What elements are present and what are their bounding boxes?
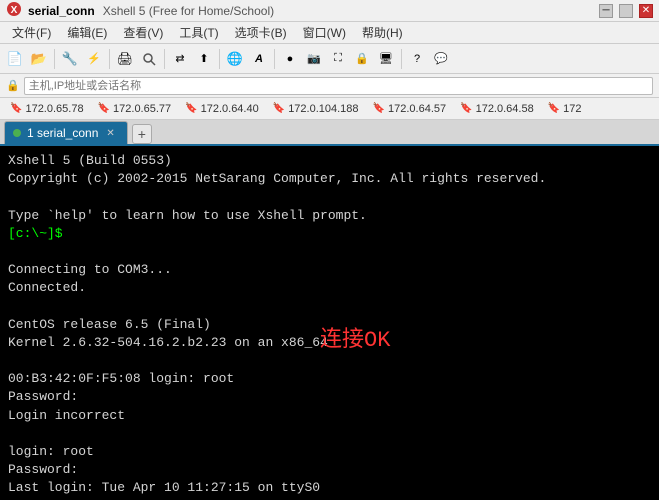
- upload-button[interactable]: ⬆: [193, 48, 215, 70]
- quick-item-3[interactable]: 🔖172.0.64.40: [179, 102, 265, 116]
- quick-item-7[interactable]: 🔖172: [542, 102, 588, 116]
- terminal-line-2: Copyright (c) 2002-2015 NetSarang Comput…: [8, 170, 651, 188]
- sep3: [164, 49, 165, 69]
- connect-button[interactable]: ⚡: [83, 48, 105, 70]
- bookmark-icon-4: 🔖: [273, 103, 285, 114]
- quick-item-1[interactable]: 🔖172.0.65.78: [4, 102, 90, 116]
- terminal-line-15: Login incorrect: [8, 407, 651, 425]
- bookmark-icon-3: 🔖: [185, 103, 197, 114]
- bookmark-icon-6: 🔖: [460, 103, 472, 114]
- terminal-line-9: [8, 298, 651, 316]
- new-tab-button[interactable]: +: [132, 124, 152, 144]
- tab-bar: 1 serial_conn ✕ +: [0, 120, 659, 146]
- font-button[interactable]: A: [248, 48, 270, 70]
- quick-item-5[interactable]: 🔖172.0.64.57: [367, 102, 453, 116]
- connection-ok-text: 连接OK: [320, 326, 390, 357]
- menu-bar: 文件(F) 编辑(E) 查看(V) 工具(T) 选项卡(B) 窗口(W) 帮助(…: [0, 22, 659, 44]
- record-button[interactable]: ●: [279, 48, 301, 70]
- toolbar: 📄 📂 🔧 ⚡ 🖨 ⇄ ⬆ 🌐 A ● 📷 ⛶ 🔒 🖥 ? 💬: [0, 44, 659, 74]
- menu-item-help[interactable]: 帮助(H): [354, 22, 411, 43]
- terminal-line-14: Password:: [8, 388, 651, 406]
- title-bar: X serial_conn Xshell 5 (Free for Home/Sc…: [0, 0, 659, 22]
- app-icon: X: [6, 1, 22, 20]
- tab-label: 1 serial_conn: [27, 126, 98, 140]
- menu-item-tabs[interactable]: 选项卡(B): [227, 22, 295, 43]
- open-button[interactable]: 📂: [28, 48, 50, 70]
- screenshot-button[interactable]: 📷: [303, 48, 325, 70]
- address-bar: 🔒: [0, 74, 659, 98]
- close-button[interactable]: ✕: [639, 4, 653, 18]
- terminal-line-4: Type `help' to learn how to use Xshell p…: [8, 207, 651, 225]
- new-session-button[interactable]: 📄: [4, 48, 26, 70]
- address-input[interactable]: [24, 77, 653, 95]
- terminal-line-5: [c:\~]$: [8, 225, 651, 243]
- terminal-line-13: 00:B3:42:0F:F5:08 login: root: [8, 370, 651, 388]
- menu-item-window[interactable]: 窗口(W): [295, 22, 354, 43]
- sep1: [54, 49, 55, 69]
- terminal-line-8: Connected.: [8, 279, 651, 297]
- chat-button[interactable]: 💬: [430, 48, 452, 70]
- terminal-line-1: Xshell 5 (Build 0553): [8, 152, 651, 170]
- terminal-line-7: Connecting to COM3...: [8, 261, 651, 279]
- find-button[interactable]: [138, 48, 160, 70]
- bookmark-icon-5: 🔖: [373, 103, 385, 114]
- monitor-button[interactable]: 🖥: [375, 48, 397, 70]
- quick-item-4[interactable]: 🔖172.0.104.188: [267, 102, 365, 116]
- sep6: [401, 49, 402, 69]
- menu-item-edit[interactable]: 编辑(E): [59, 22, 115, 43]
- tab-status-dot: [13, 129, 21, 137]
- tab-close-button[interactable]: ✕: [104, 128, 116, 139]
- menu-item-view[interactable]: 查看(V): [115, 22, 171, 43]
- minimize-button[interactable]: ─: [599, 4, 613, 18]
- lock-button[interactable]: 🔒: [351, 48, 373, 70]
- transfer-button[interactable]: ⇄: [169, 48, 191, 70]
- globe-button[interactable]: 🌐: [224, 48, 246, 70]
- sep2: [109, 49, 110, 69]
- fullscreen-button[interactable]: ⛶: [327, 48, 349, 70]
- terminal-line-6: [8, 243, 651, 261]
- maximize-button[interactable]: [619, 4, 633, 18]
- terminal-line-19: Last login: Tue Apr 10 11:27:15 on ttyS0: [8, 479, 651, 497]
- tab-serial-conn[interactable]: 1 serial_conn ✕: [4, 121, 128, 144]
- sep5: [274, 49, 275, 69]
- properties-button[interactable]: 🔧: [59, 48, 81, 70]
- window-title: Xshell 5 (Free for Home/School): [103, 4, 274, 18]
- svg-text:X: X: [11, 5, 18, 16]
- question-button[interactable]: ?: [406, 48, 428, 70]
- bookmark-icon-7: 🔖: [548, 103, 560, 114]
- sep4: [219, 49, 220, 69]
- prompt-1: [c:\~]$: [8, 226, 63, 241]
- terminal-line-3: [8, 188, 651, 206]
- terminal-line-18: Password:: [8, 461, 651, 479]
- app-name: serial_conn: [28, 4, 95, 18]
- quick-bar: 🔖172.0.65.78 🔖172.0.65.77 🔖172.0.64.40 🔖…: [0, 98, 659, 120]
- quick-item-2[interactable]: 🔖172.0.65.77: [92, 102, 178, 116]
- bookmark-icon-2: 🔖: [98, 103, 110, 114]
- lock-icon: 🔒: [6, 79, 20, 92]
- terminal[interactable]: Xshell 5 (Build 0553) Copyright (c) 2002…: [0, 146, 659, 500]
- menu-item-tools[interactable]: 工具(T): [171, 22, 226, 43]
- bookmark-icon-1: 🔖: [10, 103, 22, 114]
- terminal-line-16: [8, 425, 651, 443]
- terminal-line-17: login: root: [8, 443, 651, 461]
- menu-item-file[interactable]: 文件(F): [4, 22, 59, 43]
- print-button[interactable]: 🖨: [114, 48, 136, 70]
- quick-item-6[interactable]: 🔖172.0.64.58: [454, 102, 540, 116]
